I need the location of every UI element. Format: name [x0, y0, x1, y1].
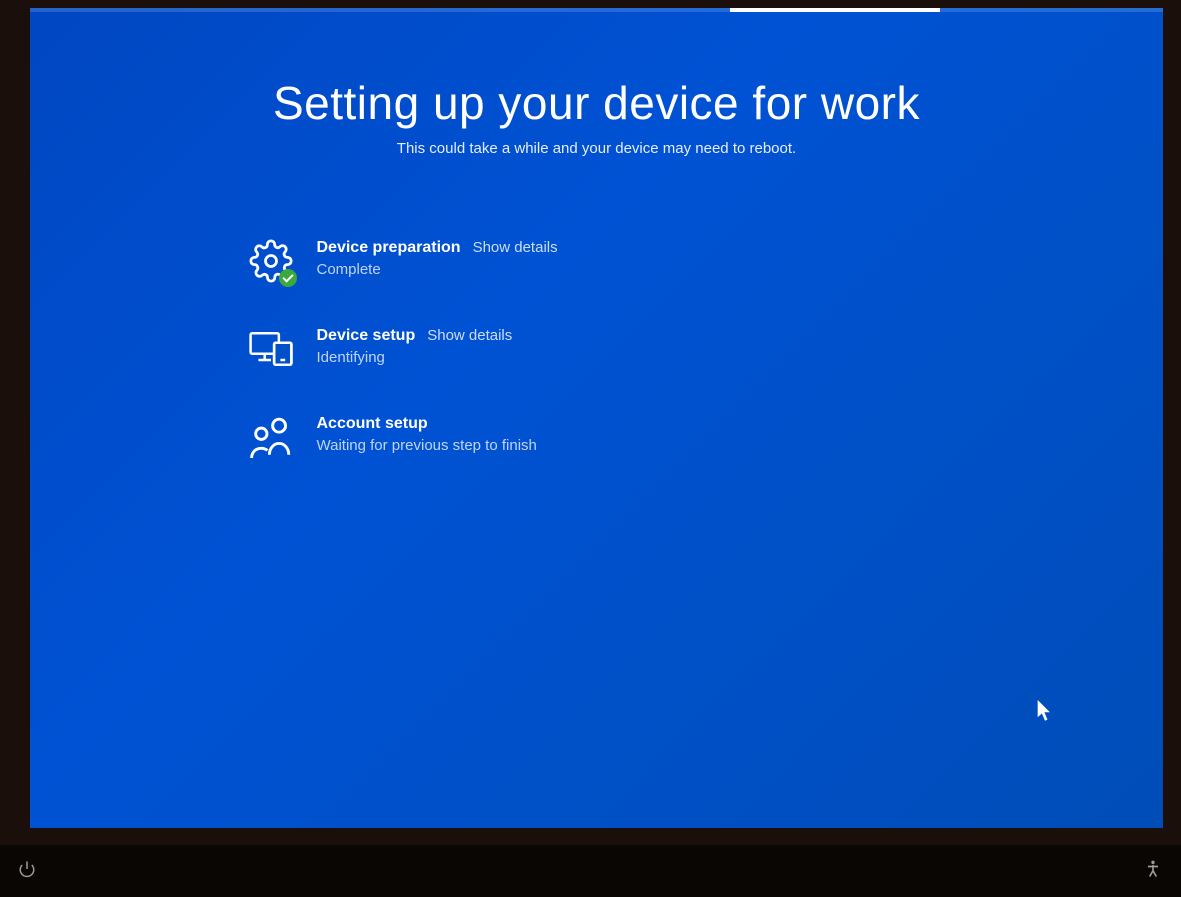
- accessibility-icon[interactable]: [1143, 859, 1163, 884]
- step-device-setup: Device setup Show details Identifying: [247, 325, 807, 373]
- show-details-link[interactable]: Show details: [473, 239, 558, 256]
- cursor-icon: [1037, 700, 1053, 728]
- progress-track: [30, 8, 1163, 12]
- checkmark-badge-icon: [279, 269, 297, 287]
- steps-list: Device preparation Show details Complete: [247, 237, 807, 501]
- page-title: Setting up your device for work: [273, 76, 920, 130]
- step-status: Identifying: [317, 349, 513, 366]
- step-status: Complete: [317, 261, 558, 278]
- page-subtitle: This could take a while and your device …: [397, 140, 796, 157]
- people-icon: [247, 413, 295, 461]
- step-title: Device preparation: [317, 239, 461, 257]
- setup-screen: Setting up your device for work This cou…: [30, 8, 1163, 828]
- step-title: Device setup: [317, 327, 416, 345]
- gear-icon: [247, 237, 295, 285]
- devices-icon: [247, 325, 295, 373]
- step-device-preparation: Device preparation Show details Complete: [247, 237, 807, 285]
- show-details-link[interactable]: Show details: [427, 327, 512, 344]
- step-title: Account setup: [317, 415, 428, 433]
- power-icon[interactable]: [18, 860, 36, 883]
- step-status: Waiting for previous step to finish: [317, 437, 537, 454]
- step-account-setup: Account setup Waiting for previous step …: [247, 413, 807, 461]
- progress-fill: [730, 8, 940, 12]
- taskbar: [0, 845, 1181, 897]
